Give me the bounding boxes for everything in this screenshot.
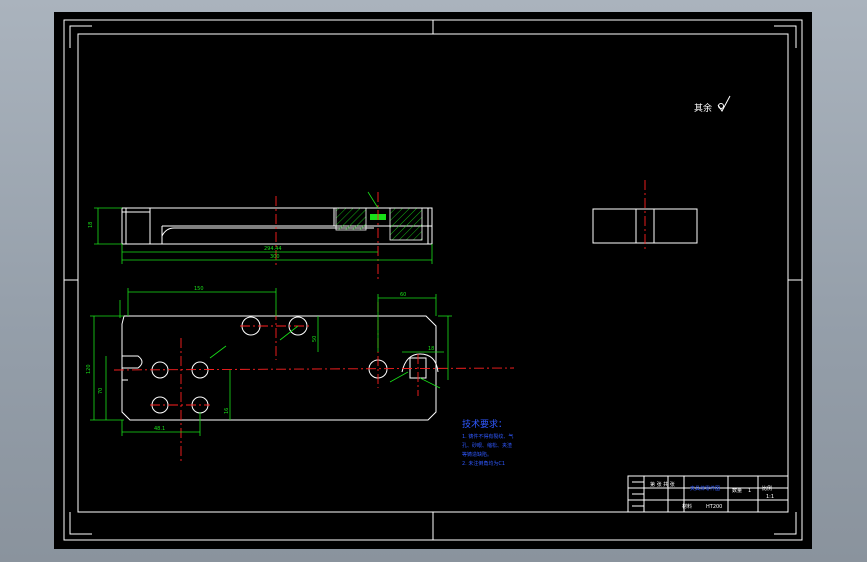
dim-small-right: 18 — [428, 346, 434, 352]
side-view — [592, 180, 698, 252]
tb-scale-value: 1:1 — [766, 494, 774, 500]
dim-front-overall: 300 — [270, 254, 280, 260]
tb-qty-label: 数量 — [732, 487, 742, 494]
dim-front-inner: 294.44 — [264, 246, 282, 252]
dim-top-width: 150 — [194, 286, 204, 292]
corner-tick-bl — [69, 512, 92, 535]
tech-line-1: 1. 铸件不得有裂纹、气 — [462, 433, 513, 440]
roughness-note: 其余 — [694, 102, 712, 114]
drawing-sheet[interactable]: 其余 294.44 300 18 150 60 120 70 50 16 48.… — [54, 12, 812, 549]
tb-material-value: HT200 — [706, 504, 722, 510]
tech-title: 技术要求： — [462, 418, 507, 430]
corner-tick-tl — [69, 25, 92, 48]
dim-side-height: 120 — [86, 364, 92, 374]
tb-drawing-name: 夹具体零件图 — [690, 485, 720, 492]
corner-tick-tr — [774, 25, 797, 48]
tech-line-4: 2. 未注倒角均为C1 — [462, 460, 505, 467]
front-view: 294.44 300 18 — [88, 191, 433, 282]
tech-requirements: 技术要求： 1. 铸件不得有裂纹、气 孔、砂眼、缩松、夹渣 等铸造缺陷。 2. … — [462, 418, 513, 467]
outer-frame — [63, 19, 803, 541]
tech-line-2: 孔、砂眼、缩松、夹渣 — [462, 442, 512, 449]
tech-line-3: 等铸造缺陷。 — [462, 451, 492, 458]
drawing-canvas: 其余 294.44 300 18 150 60 120 70 50 16 48.… — [63, 19, 803, 541]
dim-top-right: 60 — [400, 292, 406, 298]
dim-side-sub: 70 — [98, 388, 104, 394]
tb-sheet-label: 第 张 共 张 — [650, 481, 675, 488]
title-block: 夹具体零件图 数量 1 比例 1:1 材料 HT200 第 张 共 张 — [627, 475, 789, 513]
dim-spacing: 48.1 — [154, 426, 165, 432]
dim-slot-width: 16 — [224, 408, 230, 414]
cad-viewport: 其余 294.44 300 18 150 60 120 70 50 16 48.… — [0, 0, 867, 562]
tb-qty-value: 1 — [748, 488, 751, 494]
corner-tick-br — [774, 512, 797, 535]
dim-hole-depth: 50 — [312, 336, 318, 342]
tb-scale-label: 比例 — [762, 485, 772, 492]
tb-material-label: 材料 — [682, 503, 692, 510]
top-view: 150 60 120 70 50 16 48.1 18 — [86, 286, 515, 464]
inner-frame — [77, 33, 789, 513]
dim-front-height: 18 — [88, 222, 94, 228]
